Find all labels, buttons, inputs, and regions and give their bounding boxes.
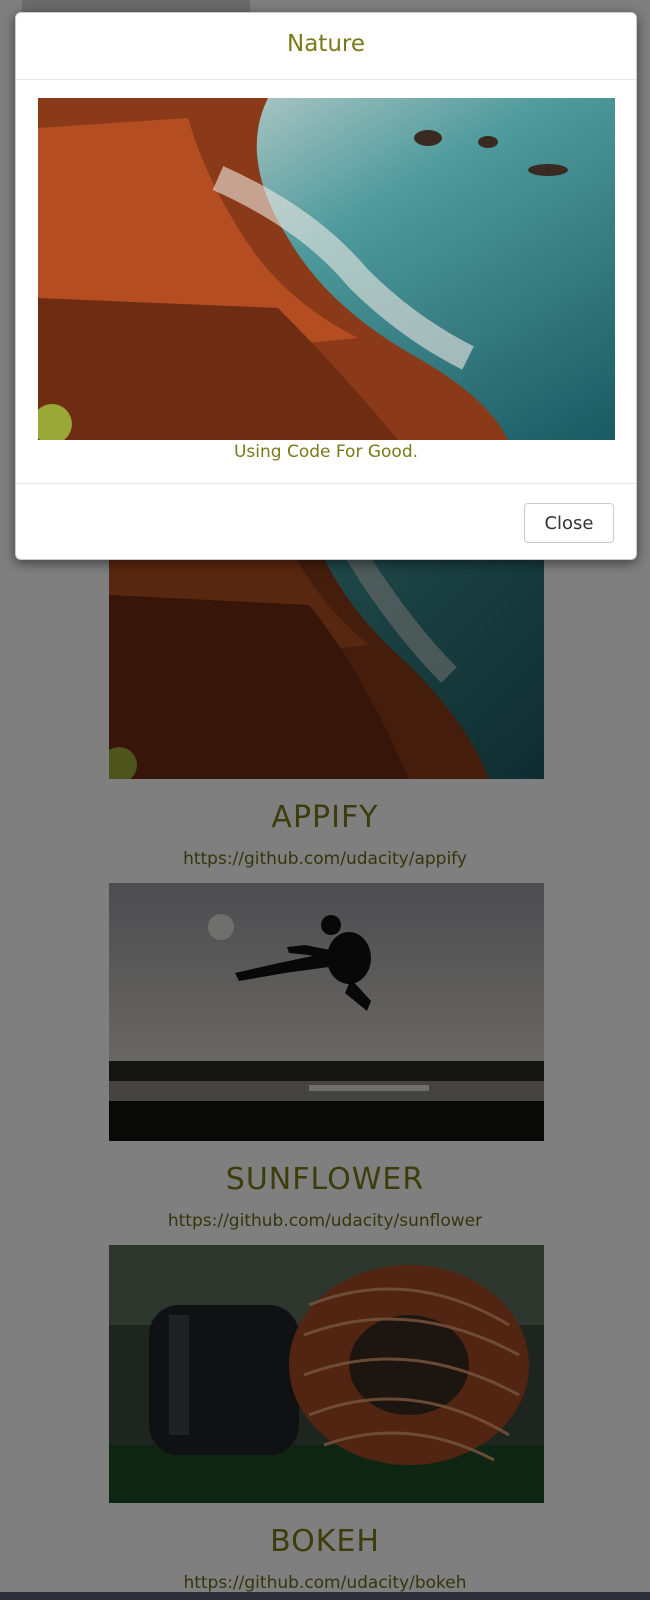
- coastline-photo-icon: [38, 98, 615, 440]
- modal-title: Nature: [287, 31, 365, 57]
- modal-header: Nature: [16, 13, 636, 80]
- close-button[interactable]: Close: [524, 503, 614, 543]
- modal-description: Using Code For Good.: [233, 442, 419, 462]
- page: APPIFY https://github.com/udacity/appify: [0, 0, 650, 1600]
- modal-footer: Close: [16, 483, 636, 560]
- project-modal: Nature Using Code For Good. Close: [15, 12, 637, 560]
- modal-image: [38, 98, 615, 440]
- modal-body: Using Code For Good.: [16, 80, 636, 474]
